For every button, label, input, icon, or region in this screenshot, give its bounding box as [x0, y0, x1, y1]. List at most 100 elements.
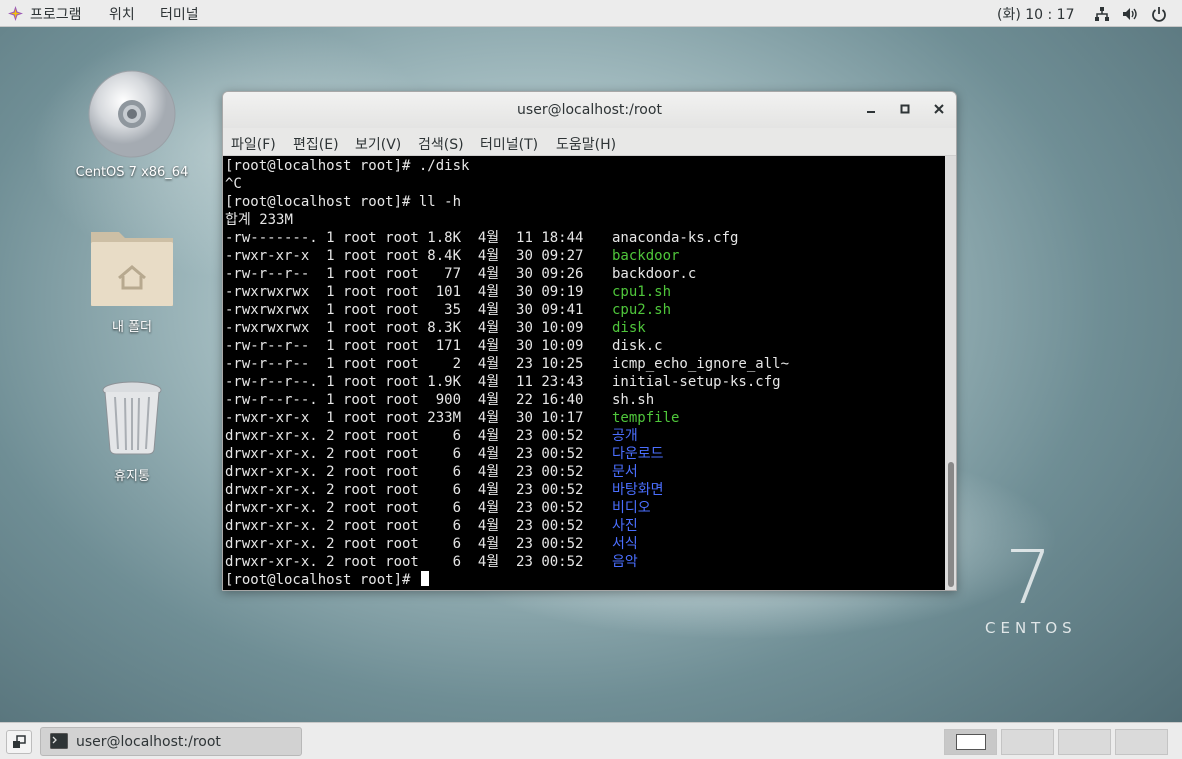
- terminal-line: drwxr-xr-x. 2 root root 6 4월 23 00:52 서식: [225, 535, 638, 553]
- menu-view[interactable]: 보기(V): [355, 134, 401, 154]
- taskbar-terminal-item[interactable]: user@localhost:/root: [40, 727, 302, 756]
- terminal-line: [root@localhost root]# ./disk: [225, 157, 469, 175]
- terminal-output[interactable]: [root@localhost root]# ./disk ^C [root@loc…: [223, 156, 945, 590]
- terminal-line: -rw-r--r-- 1 root root 77 4월 30 09:26 ba…: [225, 265, 696, 283]
- terminal-line-text: -rw-r--r-- 1 root root 171 4월 30 10:09: [225, 338, 592, 354]
- volume-icon[interactable]: [1122, 6, 1138, 22]
- terminal-line-text: -rwxr-xr-x 1 root root 8.4K 4월 30 09:27: [225, 248, 592, 264]
- minimize-button[interactable]: [861, 100, 881, 120]
- terminal-line-text: -rw-r--r--. 1 root root 900 4월 22 16:40: [225, 392, 592, 408]
- terminal-line-text: drwxr-xr-x. 2 root root 6 4월 23 00:52: [225, 464, 592, 480]
- show-desktop-button[interactable]: [6, 730, 32, 754]
- terminal-line-text: ^C: [225, 176, 242, 192]
- terminal-line-text: [root@localhost root]# ./disk: [225, 158, 470, 174]
- maximize-icon: [900, 104, 910, 114]
- clock[interactable]: (화) 10 : 17: [997, 4, 1075, 24]
- menu-edit[interactable]: 편집(E): [293, 134, 339, 154]
- terminal-line-text: -rw-r--r-- 1 root root 2 4월 23 10:25: [225, 356, 592, 372]
- menu-search[interactable]: 검색(S): [418, 134, 464, 154]
- network-icon[interactable]: [1094, 6, 1110, 22]
- file-name: tempfile: [612, 410, 680, 426]
- scrollbar-thumb[interactable]: [948, 462, 954, 587]
- terminal-line-text: 합계 233M: [225, 212, 293, 228]
- centos-brand-number: 7: [1005, 535, 1053, 621]
- terminal-line-text: -rwxrwxrwx 1 root root 35 4월 30 09:41: [225, 302, 592, 318]
- close-icon: [934, 104, 944, 114]
- menu-file[interactable]: 파일(F): [231, 134, 276, 154]
- terminal-line: -rw-r--r--. 1 root root 1.9K 4월 11 23:43…: [225, 373, 781, 391]
- terminal-scrollbar[interactable]: [945, 156, 956, 590]
- desktop-icon-home[interactable]: 내 폴더: [67, 222, 197, 335]
- terminal-line-text: drwxr-xr-x. 2 root root 6 4월 23 00:52: [225, 428, 592, 444]
- terminal-line-text: drwxr-xr-x. 2 root root 6 4월 23 00:52: [225, 536, 592, 552]
- terminal-line: drwxr-xr-x. 2 root root 6 4월 23 00:52 문서: [225, 463, 638, 481]
- workspace-4[interactable]: [1115, 729, 1168, 755]
- disc-icon: [88, 70, 176, 158]
- terminal-line: drwxr-xr-x. 2 root root 6 4월 23 00:52 사진: [225, 517, 638, 535]
- workspace-window-preview: [956, 734, 986, 750]
- terminal-line-text: -rwxrwxrwx 1 root root 101 4월 30 09:19: [225, 284, 592, 300]
- terminal-line: -rw-------. 1 root root 1.8K 4월 11 18:44…: [225, 229, 738, 247]
- desktop-icon-label: 휴지통: [114, 469, 150, 484]
- terminal-cursor: [420, 571, 429, 586]
- terminal-window[interactable]: user@localhost:/root 파일(F) 편집(E) 보기(V) 검…: [222, 91, 957, 591]
- terminal-line: drwxr-xr-x. 2 root root 6 4월 23 00:52 다운…: [225, 445, 664, 463]
- show-desktop-icon: [13, 735, 26, 748]
- terminal-line: -rwxrwxrwx 1 root root 8.3K 4월 30 10:09 …: [225, 319, 646, 337]
- terminal-line-text: drwxr-xr-x. 2 root root 6 4월 23 00:52: [225, 518, 592, 534]
- file-name: 음악: [612, 554, 638, 570]
- desktop-icon-label: CentOS 7 x86_64: [75, 165, 189, 180]
- desktop-icon-trash[interactable]: 휴지통: [67, 380, 197, 485]
- file-name: sh.sh: [612, 392, 655, 408]
- file-name: disk: [612, 320, 646, 336]
- desktop-icon-cdrom[interactable]: CentOS 7 x86_64: [67, 70, 197, 190]
- centos-brand-word: CENTOS: [985, 619, 1077, 637]
- file-name: icmp_echo_ignore_all~: [612, 356, 790, 372]
- file-name: initial-setup-ks.cfg: [612, 374, 781, 390]
- file-name: 다운로드: [612, 446, 664, 462]
- file-name: 비디오: [612, 500, 651, 516]
- menu-terminal-window[interactable]: 터미널(T): [480, 134, 538, 154]
- workspace-3[interactable]: [1058, 729, 1111, 755]
- file-name: 문서: [612, 464, 638, 480]
- terminal-line: drwxr-xr-x. 2 root root 6 4월 23 00:52 음악: [225, 553, 638, 571]
- window-titlebar[interactable]: user@localhost:/root: [223, 92, 956, 128]
- maximize-button[interactable]: [895, 100, 915, 120]
- terminal-line: [root@localhost root]#: [225, 571, 429, 589]
- file-name: 서식: [612, 536, 638, 552]
- menu-places[interactable]: 위치: [109, 4, 135, 24]
- menu-help[interactable]: 도움말(H): [556, 134, 616, 154]
- terminal-line-text: -rwxrwxrwx 1 root root 8.3K 4월 30 10:09: [225, 320, 592, 336]
- terminal-line-text: [root@localhost root]#: [225, 572, 419, 588]
- terminal-line: -rw-r--r-- 1 root root 171 4월 30 10:09 d…: [225, 337, 663, 355]
- bottom-panel: user@localhost:/root: [0, 722, 1182, 759]
- workspace-1[interactable]: [944, 729, 997, 755]
- close-button[interactable]: [929, 100, 949, 120]
- menu-terminal[interactable]: 터미널: [160, 4, 199, 24]
- minimize-icon: [867, 111, 875, 113]
- terminal-line: drwxr-xr-x. 2 root root 6 4월 23 00:52 비디…: [225, 499, 651, 517]
- terminal-line-text: [root@localhost root]# ll -h: [225, 194, 462, 210]
- file-name: cpu2.sh: [612, 302, 672, 318]
- terminal-line-text: drwxr-xr-x. 2 root root 6 4월 23 00:52: [225, 446, 592, 462]
- file-name: disk.c: [612, 338, 663, 354]
- power-icon[interactable]: [1151, 6, 1167, 22]
- terminal-line: -rwxr-xr-x 1 root root 233M 4월 30 10:17 …: [225, 409, 679, 427]
- terminal-line: drwxr-xr-x. 2 root root 6 4월 23 00:52 공개: [225, 427, 638, 445]
- terminal-line-text: drwxr-xr-x. 2 root root 6 4월 23 00:52: [225, 500, 592, 516]
- file-name: backdoor.c: [612, 266, 697, 282]
- terminal-line-text: -rw-r--r-- 1 root root 77 4월 30 09:26: [225, 266, 592, 282]
- workspace-2[interactable]: [1001, 729, 1054, 755]
- terminal-line: 합계 233M: [225, 211, 293, 229]
- terminal-line-text: -rw-r--r--. 1 root root 1.9K 4월 11 23:43: [225, 374, 592, 390]
- window-title: user@localhost:/root: [517, 102, 662, 118]
- applications-icon: [8, 6, 23, 21]
- terminal-line-text: drwxr-xr-x. 2 root root 6 4월 23 00:52: [225, 482, 592, 498]
- desktop-icon-label: 내 폴더: [111, 320, 152, 335]
- terminal-line: -rwxrwxrwx 1 root root 101 4월 30 09:19 c…: [225, 283, 671, 301]
- trash-icon: [102, 381, 162, 455]
- menu-applications[interactable]: 프로그램: [30, 4, 82, 24]
- terminal-line: drwxr-xr-x. 2 root root 6 4월 23 00:52 바탕…: [225, 481, 664, 499]
- terminal-line-text: drwxr-xr-x. 2 root root 6 4월 23 00:52: [225, 554, 592, 570]
- taskbar-item-label: user@localhost:/root: [76, 734, 221, 750]
